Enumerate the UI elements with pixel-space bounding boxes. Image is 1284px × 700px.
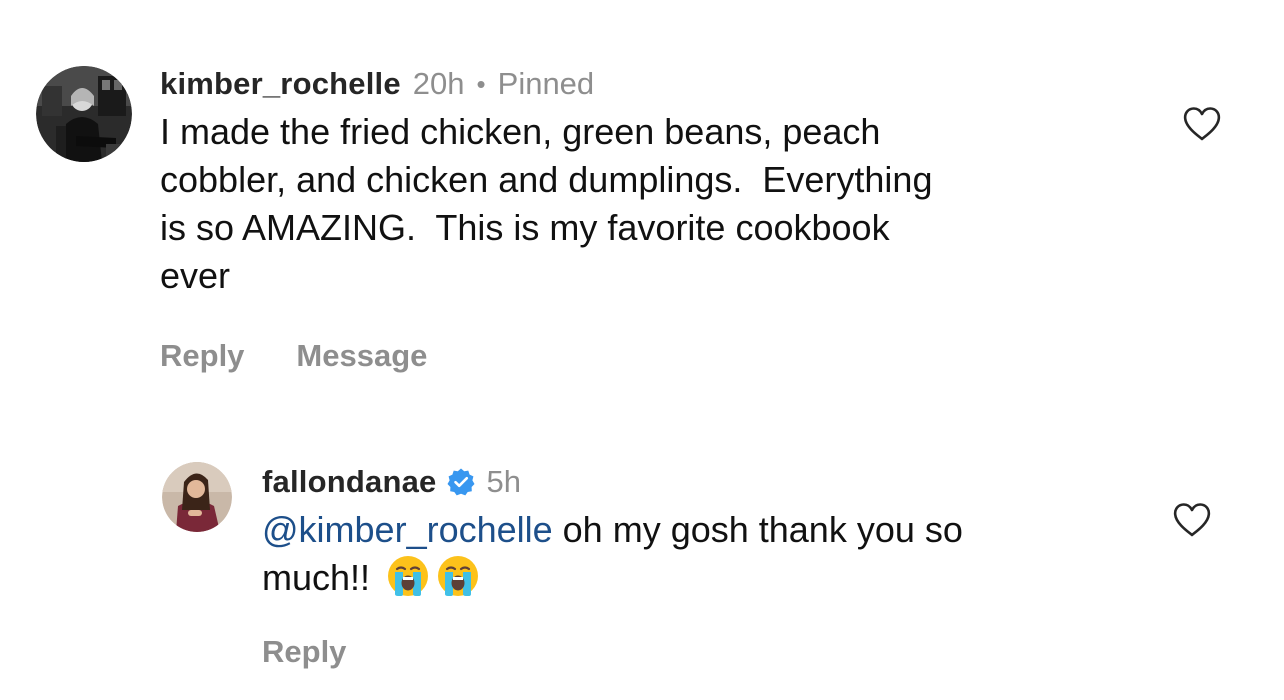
heart-icon[interactable] [1172, 502, 1212, 538]
reply-button[interactable]: Reply [160, 338, 244, 374]
avatar[interactable] [162, 462, 232, 532]
comment-meta: kimber_rochelle 20h • Pinned [160, 60, 1120, 108]
comment-text-line: is so AMAZING. This is my favorite cookb… [160, 207, 890, 248]
comment-body: kimber_rochelle 20h • Pinned I made the … [160, 60, 1120, 374]
comment-text-line: I made the fried chicken, green beans, p… [160, 111, 881, 152]
avatar[interactable] [36, 66, 132, 162]
comment-text-line: cobbler, and chicken and dumplings. Ever… [160, 159, 933, 200]
comment-actions: Reply Message [160, 338, 1120, 374]
comment-text-line: @kimber_rochelle oh my gosh thank you so [262, 506, 1122, 554]
comment-text-line: ever [160, 255, 231, 296]
timestamp: 5h [486, 464, 521, 499]
comment-text: I made the fried chicken, green beans, p… [160, 108, 1120, 300]
comments-panel: kimber_rochelle 20h • Pinned I made the … [0, 0, 1284, 700]
heart-icon[interactable] [1182, 106, 1222, 142]
loudly-crying-face-icon [388, 556, 429, 596]
message-button[interactable]: Message [296, 338, 427, 374]
pinned-label: Pinned [497, 66, 595, 101]
mention-link[interactable]: @kimber_rochelle [262, 509, 553, 550]
loudly-crying-face-icon [438, 556, 479, 596]
username[interactable]: fallondanae [262, 458, 436, 506]
username[interactable]: kimber_rochelle [160, 60, 401, 108]
comment-meta: fallondanae 5h [262, 458, 1122, 506]
verified-badge-icon [447, 468, 475, 496]
comment-text: @kimber_rochelle oh my gosh thank you so… [262, 506, 1122, 602]
reply-button[interactable]: Reply [262, 634, 346, 670]
comment-text-segment: oh my gosh thank you so [552, 509, 963, 550]
comment-text-line: much!! [262, 554, 1122, 602]
timestamp: 20h [412, 66, 465, 101]
separator-dot: • [476, 69, 486, 99]
comment-text-segment: much!! [262, 557, 371, 598]
comment-body: fallondanae 5h @kimber_rochelle oh my go… [262, 458, 1122, 670]
comment-actions: Reply [262, 634, 1122, 670]
